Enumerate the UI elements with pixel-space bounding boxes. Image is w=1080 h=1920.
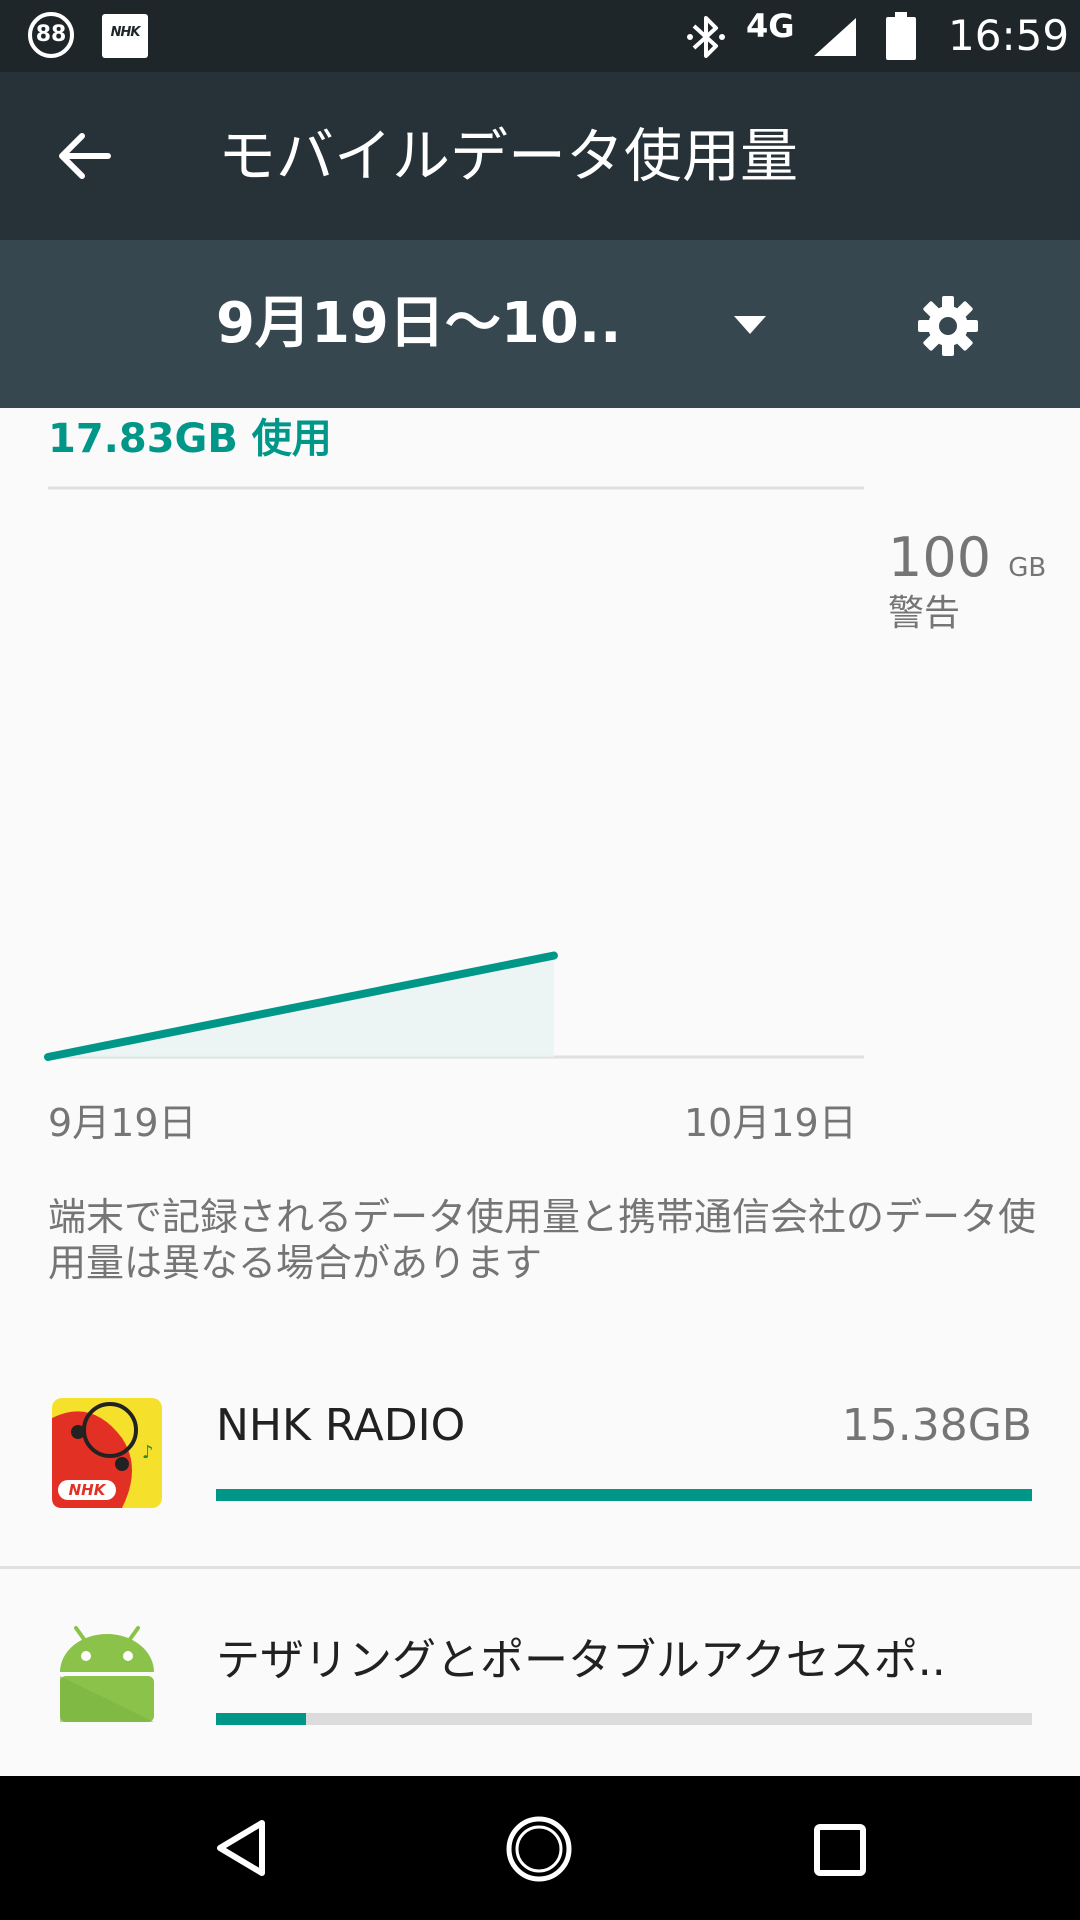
x-axis-end-label: 10月19日 <box>684 1101 857 1145</box>
nhk-notification-icon: NHK <box>102 14 148 58</box>
app-name-tethering: テザリングとポータブルアクセスポ.. <box>216 1635 946 1686</box>
radio-badge-text: 88 <box>35 22 67 47</box>
nhk-badge-text: NHK <box>110 25 141 40</box>
billing-period-selector[interactable]: 9月19日〜10.. <box>216 240 621 408</box>
nav-recents-icon[interactable] <box>812 1822 868 1878</box>
status-bar <box>0 0 1080 72</box>
nhk-radio-app-icon: NHK ♪ <box>52 1398 162 1508</box>
app-usage-bar-fill <box>216 1713 306 1725</box>
usage-total: 17.83GB 使用 <box>48 416 332 462</box>
dropdown-arrow-icon[interactable] <box>732 314 768 336</box>
battery-icon <box>886 12 916 60</box>
divider <box>0 1566 1080 1569</box>
svg-text:♪: ♪ <box>142 1442 154 1463</box>
clock: 16:59 <box>948 11 1070 60</box>
warning-unit: GB <box>1008 553 1047 583</box>
nav-home-icon[interactable] <box>504 1814 574 1884</box>
bluetooth-icon <box>687 16 725 58</box>
signal-icon <box>814 18 856 56</box>
app-row-nhk-radio[interactable] <box>0 1356 1080 1566</box>
app-usage-bar-fill <box>216 1489 1032 1501</box>
x-axis-start-label: 9月19日 <box>48 1101 197 1145</box>
radio-88-notification-icon: 88 <box>28 12 74 58</box>
nhk-icon-text: NHK <box>69 1481 107 1499</box>
network-type: 4G <box>746 7 795 45</box>
nav-back-icon[interactable] <box>212 1818 272 1878</box>
page-title: モバイルデータ使用量 <box>218 122 799 190</box>
app-usage-nhk-radio: 15.38GB <box>841 1400 1032 1451</box>
warning-label: 警告 <box>888 593 961 634</box>
app-usage-bar-track <box>216 1489 1032 1501</box>
back-arrow-icon[interactable] <box>56 132 112 180</box>
warning-number: 100 <box>888 526 992 589</box>
settings-gear-icon[interactable] <box>916 294 980 358</box>
android-icon <box>60 1626 154 1722</box>
app-usage-bar-track <box>216 1713 1032 1725</box>
app-name-nhk-radio: NHK RADIO <box>216 1400 466 1451</box>
usage-disclaimer: 端末で記録されるデータ使用量と携帯通信会社のデータ使用量は異なる場合があります <box>48 1195 1037 1285</box>
warning-value: 100 GB <box>888 526 1046 589</box>
